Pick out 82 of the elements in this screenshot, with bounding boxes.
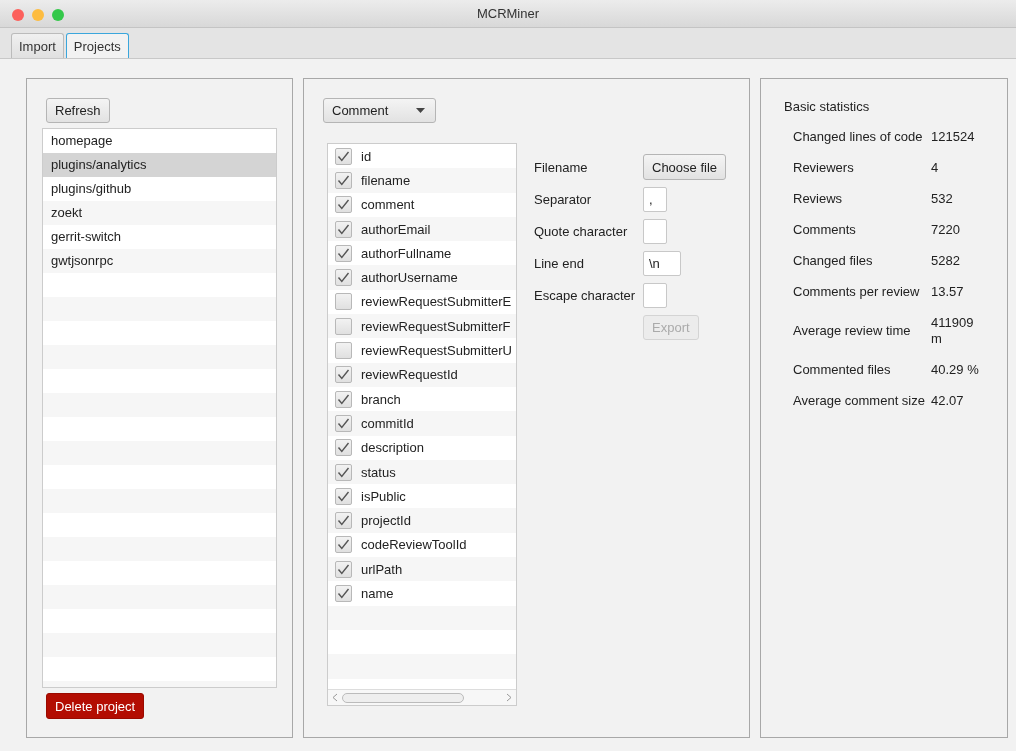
checkbox[interactable] bbox=[335, 585, 352, 602]
text-field[interactable] bbox=[643, 283, 667, 308]
field-label: authorFullname bbox=[361, 245, 452, 261]
stat-value: 42.07 bbox=[931, 393, 965, 409]
project-item[interactable]: gerrit-switch bbox=[43, 225, 276, 249]
checkbox[interactable] bbox=[335, 171, 352, 189]
project-item[interactable]: plugins/github bbox=[43, 177, 276, 201]
checkbox[interactable] bbox=[335, 414, 352, 432]
caret-icon bbox=[416, 108, 425, 113]
checkbox[interactable] bbox=[335, 390, 352, 408]
checkbox[interactable] bbox=[335, 317, 352, 335]
field-label: isPublic bbox=[361, 488, 406, 504]
stat-value: 13.57 bbox=[931, 284, 965, 300]
field-label: authorEmail bbox=[361, 221, 431, 237]
stat-label: Comments per review bbox=[793, 284, 921, 300]
stat-label: Commented files bbox=[793, 362, 892, 378]
field-label: branch bbox=[361, 391, 401, 407]
project-item[interactable]: zoekt bbox=[43, 201, 276, 225]
option-label: Escape character bbox=[534, 288, 637, 303]
field-label: urlPath bbox=[361, 561, 403, 577]
field-label: authorUsername bbox=[361, 270, 458, 286]
checkbox[interactable] bbox=[335, 487, 352, 505]
stat-label: Average comment size bbox=[793, 393, 926, 409]
option-label: Line end bbox=[534, 256, 585, 271]
delete-project-button[interactable]: Delete project bbox=[46, 693, 145, 719]
stat-value: 4 bbox=[931, 160, 940, 176]
checkbox[interactable] bbox=[335, 220, 352, 238]
type-dropdown[interactable]: Comment bbox=[323, 98, 436, 123]
checkbox[interactable] bbox=[335, 269, 352, 287]
checkbox[interactable] bbox=[335, 560, 352, 578]
stat-label: Reviewers bbox=[793, 160, 855, 176]
field-label: id bbox=[361, 148, 372, 164]
option-label: Quote character bbox=[534, 224, 629, 239]
project-item[interactable]: gwtjsonrpc bbox=[43, 249, 276, 273]
stat-label: Changed lines of code bbox=[793, 129, 924, 145]
field-label: reviewRequestSubmitterF bbox=[361, 318, 511, 334]
checkbox[interactable] bbox=[335, 439, 352, 457]
text-field[interactable]: \n bbox=[643, 251, 681, 276]
stat-label: Changed files bbox=[793, 253, 874, 269]
field-label: description bbox=[361, 440, 424, 456]
field-label: filename bbox=[361, 172, 411, 188]
checkbox[interactable] bbox=[335, 244, 352, 262]
project-item[interactable]: homepage bbox=[43, 129, 276, 153]
field-label: comment bbox=[361, 197, 415, 213]
stat-value: 411909 m bbox=[931, 315, 975, 347]
field-label: reviewRequestSubmitterU bbox=[361, 343, 512, 358]
field-label: commitId bbox=[361, 415, 414, 431]
checkbox[interactable] bbox=[335, 366, 352, 384]
window-title: MCRMiner bbox=[476, 5, 540, 21]
checkbox[interactable] bbox=[335, 342, 352, 359]
stat-value: 40.29 % bbox=[931, 362, 980, 378]
checkbox[interactable] bbox=[335, 536, 352, 554]
stat-value: 5282 bbox=[931, 253, 961, 269]
tab[interactable]: Import bbox=[11, 33, 64, 58]
checkbox[interactable] bbox=[335, 463, 352, 481]
option-label: Filename bbox=[534, 159, 589, 175]
scrollbar-thumb[interactable] bbox=[342, 692, 464, 703]
project-item[interactable]: plugins/analytics bbox=[43, 153, 276, 177]
text-field[interactable]: , bbox=[643, 187, 667, 212]
field-label: projectId bbox=[361, 513, 411, 529]
horizontal-scrollbar[interactable] bbox=[328, 689, 516, 705]
stat-label: Reviews bbox=[793, 191, 844, 207]
field-label: reviewRequestId bbox=[361, 367, 458, 383]
option-label: Separator bbox=[534, 192, 593, 207]
checkbox[interactable] bbox=[335, 512, 352, 530]
checkbox[interactable] bbox=[335, 147, 352, 165]
field-label: codeReviewToolId bbox=[361, 537, 467, 553]
text-field[interactable] bbox=[643, 219, 667, 244]
stat-label: Comments bbox=[793, 222, 857, 238]
field-label: status bbox=[361, 464, 396, 480]
field-label: name bbox=[361, 586, 394, 601]
refresh-button[interactable]: Refresh bbox=[46, 98, 110, 123]
checkbox[interactable] bbox=[335, 293, 352, 311]
panel-title: Basic statistics bbox=[784, 99, 871, 116]
stat-value: 532 bbox=[931, 191, 954, 207]
field-label: reviewRequestSubmitterE bbox=[361, 294, 512, 310]
choose-file-button[interactable]: Choose file bbox=[643, 154, 727, 180]
stat-value: 121524 bbox=[931, 129, 976, 145]
tab[interactable]: Projects bbox=[65, 33, 129, 58]
stat-value: 7220 bbox=[931, 222, 961, 238]
checkbox[interactable] bbox=[335, 196, 352, 214]
stat-label: Average review time bbox=[793, 323, 912, 339]
